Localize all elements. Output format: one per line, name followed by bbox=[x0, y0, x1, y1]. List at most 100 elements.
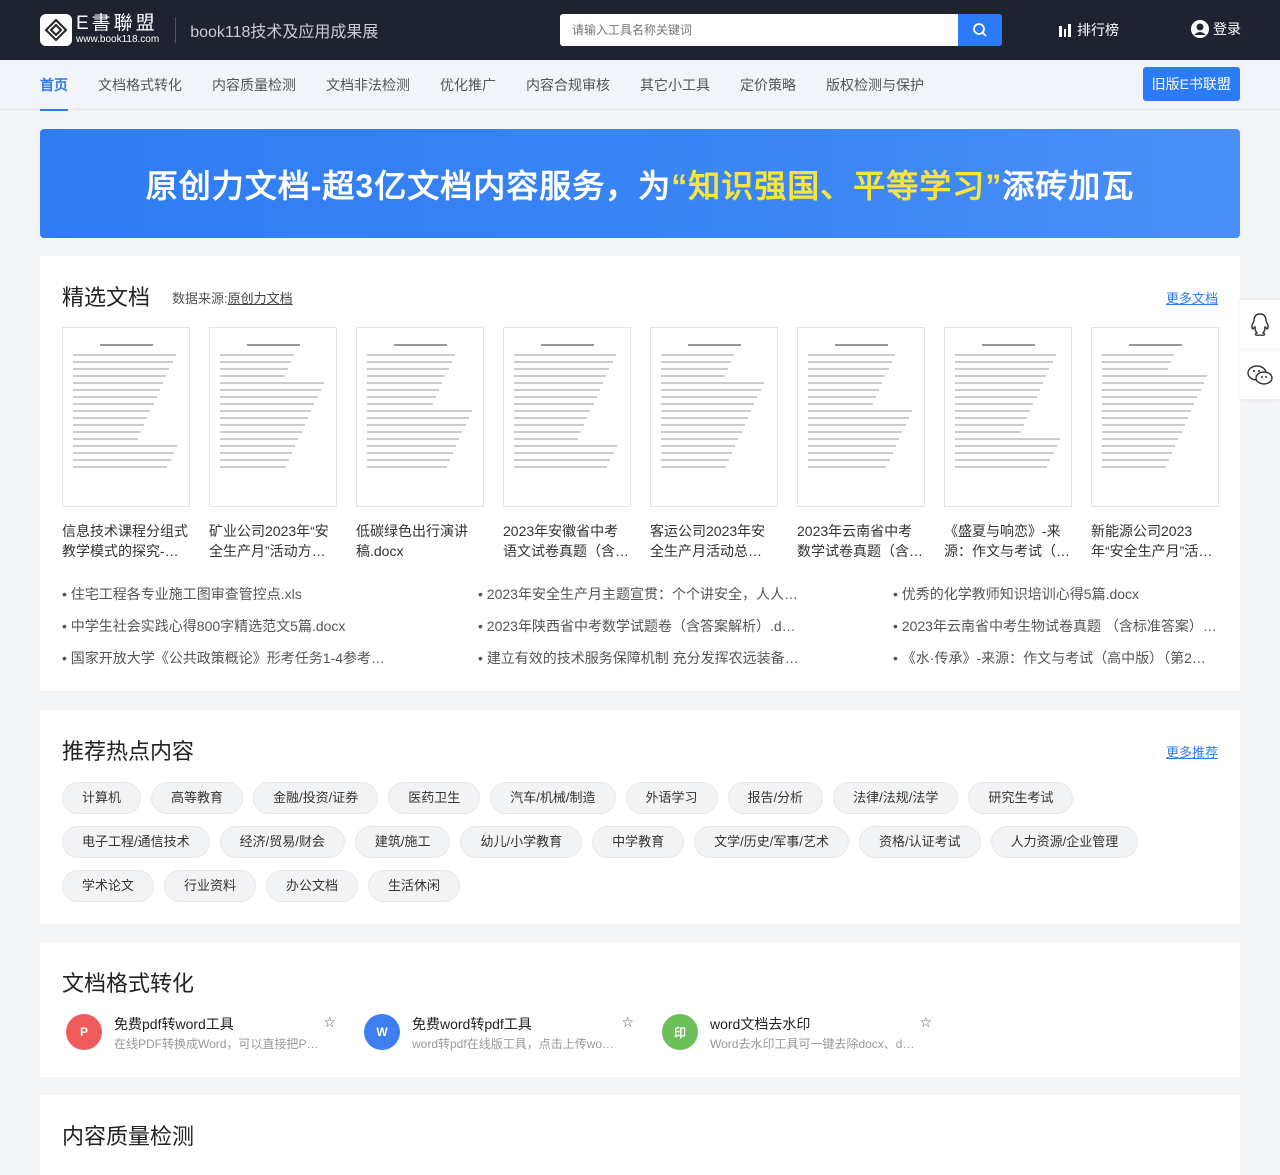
nav-other-tools[interactable]: 其它小工具 bbox=[640, 60, 710, 110]
tag-item[interactable]: 计算机 bbox=[62, 782, 142, 814]
floating-contact bbox=[1240, 300, 1280, 400]
doc-link[interactable]: • 建立有效的技术服务保障机制 充分发挥农远装备… bbox=[478, 648, 893, 668]
nav-compliance[interactable]: 内容合规审核 bbox=[526, 60, 610, 110]
doc-title[interactable]: 《盛夏与响恋》-来源：作文与考试（… bbox=[944, 521, 1072, 561]
nav-copyright[interactable]: 版权检测与保护 bbox=[826, 60, 924, 110]
tool-name[interactable]: word文档去水印 bbox=[710, 1014, 920, 1034]
tag-item[interactable]: 高等教育 bbox=[151, 782, 244, 814]
star-icon[interactable]: ☆ bbox=[621, 1014, 634, 1031]
doc-link-text[interactable]: 住宅工程各专业施工图审查管控点.xls bbox=[71, 586, 302, 602]
doc-card[interactable]: 新能源公司2023年“安全生产月”活动… bbox=[1091, 327, 1219, 561]
tool-name[interactable]: 免费word转pdf工具 bbox=[412, 1014, 622, 1034]
hot-section: 推荐热点内容 更多推荐 计算机 高等教育 金融/投资/证券 医药卫生 汽车/机械/制造外… bbox=[40, 710, 1240, 924]
tag-item[interactable]: 建筑/施工 bbox=[354, 826, 451, 858]
format-convert-section: 文档格式转化 P 免费pdf转word工具 在线PDF转换成Word，可以直接把P…… bbox=[40, 942, 1240, 1077]
nav-illegal-check[interactable]: 文档非法检测 bbox=[326, 60, 410, 110]
login-link[interactable]: 登录 bbox=[1190, 19, 1241, 39]
tag-item[interactable]: 法律/法规/法学 bbox=[833, 782, 959, 814]
tag-item[interactable]: 外语学习 bbox=[625, 782, 718, 814]
wechat-button[interactable] bbox=[1240, 350, 1280, 400]
tool-item[interactable]: W 免费word转pdf工具 word转pdf在线版工具，点击上传wo… ☆ bbox=[364, 1014, 634, 1054]
tag-item[interactable]: 中学教育 bbox=[592, 826, 685, 858]
doc-link-text[interactable]: 国家开放大学《公共政策概论》形考任务1-4参考… bbox=[71, 650, 385, 666]
doc-title[interactable]: 低碳绿色出行演讲稿.docx bbox=[356, 521, 484, 561]
tag-item[interactable]: 人力资源/企业管理 bbox=[990, 826, 1139, 858]
nav-pricing[interactable]: 定价策略 bbox=[740, 60, 796, 110]
doc-link[interactable]: • 2023年陕西省中考数学试题卷（含答案解析）.d… bbox=[478, 616, 893, 636]
doc-card[interactable]: 《盛夏与响恋》-来源：作文与考试（… bbox=[944, 327, 1072, 561]
tag-item[interactable]: 学术论文 bbox=[62, 870, 155, 902]
tag-item[interactable]: 办公文档 bbox=[266, 870, 359, 902]
more-recommend-link[interactable]: 更多推荐 bbox=[1166, 742, 1218, 761]
nav-format-convert[interactable]: 文档格式转化 bbox=[98, 60, 182, 110]
nav-quality-check[interactable]: 内容质量检测 bbox=[212, 60, 296, 110]
doc-thumbnail[interactable] bbox=[944, 327, 1072, 507]
doc-link[interactable]: • 住宅工程各专业施工图审查管控点.xls bbox=[62, 584, 478, 604]
tag-item[interactable]: 电子工程/通信技术 bbox=[62, 826, 210, 858]
tag-item[interactable]: 幼儿/小学教育 bbox=[460, 826, 583, 858]
doc-thumbnail[interactable] bbox=[62, 327, 190, 507]
doc-link-text[interactable]: 《水·传承》-来源：作文与考试（高中版）（第2… bbox=[902, 650, 1206, 666]
more-docs-link[interactable]: 更多文档 bbox=[1166, 288, 1218, 307]
doc-thumbnail[interactable] bbox=[1091, 327, 1219, 507]
tag-item[interactable]: 汽车/机械/制造 bbox=[490, 782, 616, 814]
doc-link[interactable]: • 2023年安全生产月主题宣贯：个个讲安全，人人… bbox=[478, 584, 893, 604]
star-icon[interactable]: ☆ bbox=[323, 1014, 336, 1031]
qq-button[interactable] bbox=[1240, 300, 1280, 350]
doc-link-text[interactable]: 2023年云南省中考生物试卷真题 （含标准答案）… bbox=[902, 618, 1217, 634]
doc-card[interactable]: 矿业公司2023年“安全生产月”活动方… bbox=[209, 327, 337, 561]
star-icon[interactable]: ☆ bbox=[919, 1014, 932, 1031]
ranking-link[interactable]: 排行榜 bbox=[1058, 20, 1119, 40]
doc-link-text[interactable]: 2023年陕西省中考数学试题卷（含答案解析）.d… bbox=[487, 618, 796, 634]
tag-item[interactable]: 文学/历史/军事/艺术 bbox=[694, 826, 849, 858]
doc-card[interactable]: 低碳绿色出行演讲稿.docx bbox=[356, 327, 484, 561]
tag-item[interactable]: 医药卫生 bbox=[388, 782, 481, 814]
doc-title[interactable]: 2023年安徽省中考语文试卷真题（含… bbox=[503, 521, 631, 561]
doc-thumbnail[interactable] bbox=[503, 327, 631, 507]
search-button[interactable] bbox=[958, 14, 1002, 46]
tool-item[interactable]: 印 word文档去水印 Word去水印工具可一键去除docx、d… ☆ bbox=[662, 1014, 932, 1054]
tag-item[interactable]: 报告/分析 bbox=[727, 782, 824, 814]
doc-title[interactable]: 矿业公司2023年“安全生产月”活动方… bbox=[209, 521, 337, 561]
doc-card[interactable]: 2023年云南省中考数学试卷真题（含… bbox=[797, 327, 925, 561]
doc-card[interactable]: 2023年安徽省中考语文试卷真题（含… bbox=[503, 327, 631, 561]
tag-item[interactable]: 行业资料 bbox=[164, 870, 257, 902]
doc-link[interactable]: • 《水·传承》-来源：作文与考试（高中版）（第2… bbox=[893, 648, 1223, 668]
doc-thumbnail[interactable] bbox=[209, 327, 337, 507]
logo[interactable]: E書聯盟 www.book118.com bbox=[40, 14, 159, 46]
tag-item[interactable]: 金融/投资/证券 bbox=[253, 782, 379, 814]
nav-home[interactable]: 首页 bbox=[40, 60, 68, 111]
top-bar: E書聯盟www.book118.com book118技术及应用成果展 排行榜 … bbox=[0, 0, 1280, 60]
tool-icon: 印 bbox=[662, 1014, 698, 1050]
tool-item[interactable]: P 免费pdf转word工具 在线PDF转换成Word，可以直接把P… ☆ bbox=[66, 1014, 336, 1054]
doc-thumbnail[interactable] bbox=[356, 327, 484, 507]
nav-promotion[interactable]: 优化推广 bbox=[440, 60, 496, 110]
tool-name[interactable]: 免费pdf转word工具 bbox=[114, 1014, 324, 1034]
doc-title[interactable]: 信息技术课程分组式教学模式的探究-… bbox=[62, 521, 190, 561]
old-version-button[interactable]: 旧版E书联盟 bbox=[1142, 67, 1240, 101]
doc-link-text[interactable]: 建立有效的技术服务保障机制 充分发挥农远装备… bbox=[487, 650, 799, 666]
doc-title[interactable]: 2023年云南省中考数学试卷真题（含… bbox=[797, 521, 925, 561]
doc-title[interactable]: 新能源公司2023年“安全生产月”活动… bbox=[1091, 521, 1219, 561]
tag-item[interactable]: 生活休闲 bbox=[368, 870, 461, 902]
tag-item[interactable]: 研究生考试 bbox=[968, 782, 1074, 814]
doc-card[interactable]: 信息技术课程分组式教学模式的探究-… bbox=[62, 327, 190, 561]
doc-link[interactable]: • 2023年云南省中考生物试卷真题 （含标准答案）… bbox=[893, 616, 1223, 636]
search-input[interactable] bbox=[560, 14, 958, 46]
doc-link[interactable]: • 国家开放大学《公共政策概论》形考任务1-4参考… bbox=[62, 648, 478, 668]
doc-link-text[interactable]: 优秀的化学教师知识培训心得5篇.docx bbox=[902, 586, 1139, 602]
doc-link[interactable]: • 优秀的化学教师知识培训心得5篇.docx bbox=[893, 584, 1223, 604]
tag-item[interactable]: 资格/认证考试 bbox=[858, 826, 981, 858]
doc-thumbnail[interactable] bbox=[797, 327, 925, 507]
doc-link-text[interactable]: 2023年安全生产月主题宣贯：个个讲安全，人人… bbox=[487, 586, 798, 602]
doc-thumbnail[interactable] bbox=[650, 327, 778, 507]
banner[interactable]: 原创力文档-超3亿文档内容服务，为 “知识强国、平等学习” 添砖加瓦 bbox=[40, 129, 1240, 238]
featured-docs-section: 精选文档 数据来源:原创力文档 更多文档 信息技术课程分组式教学模式的探究-… 矿… bbox=[40, 256, 1240, 691]
doc-title[interactable]: 客运公司2023年安全生产月活动总… bbox=[650, 521, 778, 561]
doc-card[interactable]: 客运公司2023年安全生产月活动总… bbox=[650, 327, 778, 561]
data-source: 数据来源:原创力文档 bbox=[172, 288, 293, 307]
doc-link-text[interactable]: 中学生社会实践心得800字精选范文5篇.docx bbox=[71, 618, 346, 634]
doc-link[interactable]: • 中学生社会实践心得800字精选范文5篇.docx bbox=[62, 616, 478, 636]
tag-item[interactable]: 经济/贸易/财会 bbox=[219, 826, 345, 858]
source-link[interactable]: 原创力文档 bbox=[228, 291, 293, 306]
